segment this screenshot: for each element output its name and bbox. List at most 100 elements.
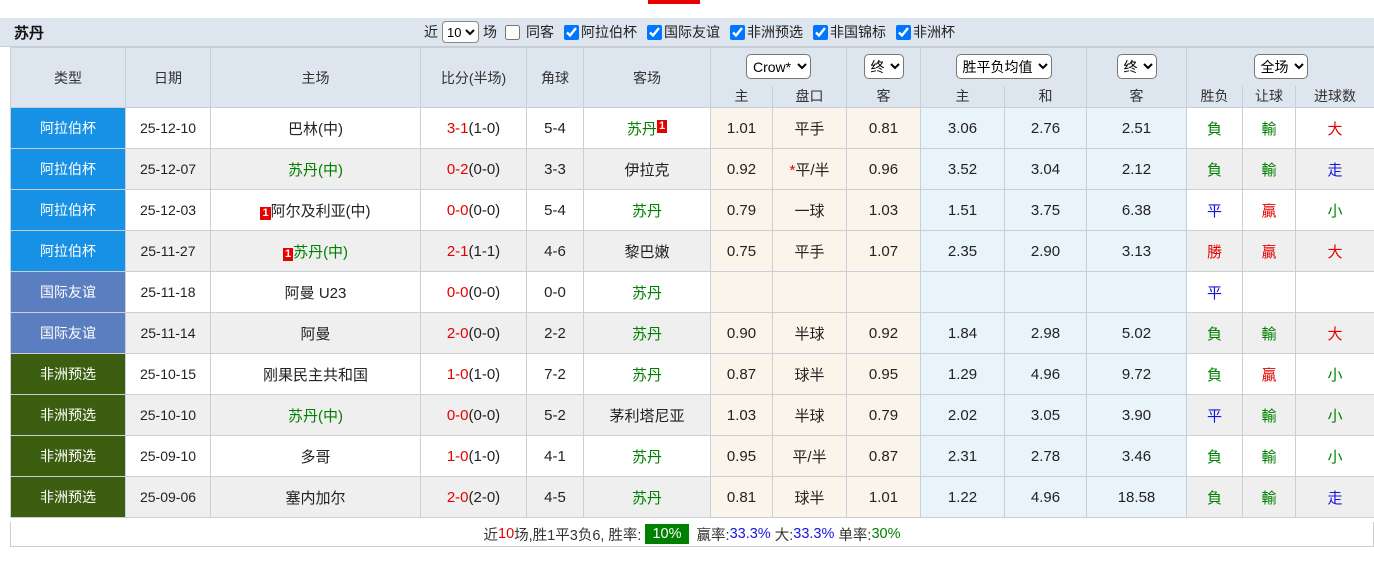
full-time-score: 2-0 xyxy=(446,324,469,342)
mean-time-select[interactable]: 终 xyxy=(1116,54,1157,80)
handicap-line-cell: 平手 xyxy=(772,230,847,272)
handicap-line-cell: 一球 xyxy=(772,189,847,231)
score-cell: 0-0(0-0) xyxy=(420,394,527,436)
handicap-away-odds-cell: 1.03 xyxy=(846,189,921,231)
mean-home-odds-cell: 2.31 xyxy=(920,435,1005,477)
handicap-result-cell: 輸 xyxy=(1242,312,1296,354)
handicap-result-cell: 贏 xyxy=(1242,230,1296,272)
home-team-name: 多哥 xyxy=(300,448,331,466)
league-filter-checkbox[interactable] xyxy=(564,24,579,40)
mean-home-odds-cell: 2.02 xyxy=(920,394,1005,436)
win-pct-value: 33.3% xyxy=(729,526,771,542)
match-type-cell: 阿拉伯杯 xyxy=(10,107,126,149)
mean-draw-odds-cell: 3.04 xyxy=(1004,148,1087,190)
league-filter-checkbox[interactable] xyxy=(730,24,745,40)
league-filter-label: 非国锦标 xyxy=(830,24,886,40)
corner-cell: 2-2 xyxy=(526,312,584,354)
corner-cell: 7-2 xyxy=(526,353,584,395)
away-team-cell: 苏丹 xyxy=(583,189,711,231)
col-header-type: 类型 xyxy=(10,47,126,108)
subcol-odds-away: 客 xyxy=(846,85,921,108)
handicap-line-text: 半球 xyxy=(794,407,825,425)
home-team-cell: 多哥 xyxy=(210,435,421,477)
score-cell: 0-0(0-0) xyxy=(420,271,527,313)
odds-time-cell: 终 xyxy=(846,47,921,86)
league-filter-label: 非洲预选 xyxy=(747,24,803,40)
league-filter-checkbox[interactable] xyxy=(647,24,662,40)
win-pct-label: 赢率: xyxy=(692,527,730,544)
handicap-line-cell xyxy=(772,271,847,313)
away-team-name: 苏丹 xyxy=(631,489,662,507)
same-away-checkbox[interactable] xyxy=(505,24,520,40)
handicap-result-cell: 輸 xyxy=(1242,148,1296,190)
match-type-cell: 非洲预选 xyxy=(10,353,126,395)
table-row: 阿拉伯杯 25-12-07 苏丹(中) 0-2(0-0) 3-3 伊拉克 0.92 *平/半 0… xyxy=(10,148,1374,190)
mean-source-select[interactable]: 胜平负均值 xyxy=(955,54,1052,80)
away-team-name: 苏丹 xyxy=(631,366,662,384)
handicap-away-odds-cell: 0.96 xyxy=(846,148,921,190)
home-team-cell: 巴林(中) xyxy=(210,107,421,149)
score-cell: 2-0(2-0) xyxy=(420,476,527,518)
corner-cell: 4-6 xyxy=(526,230,584,272)
league-filter-checkbox[interactable] xyxy=(896,24,911,40)
full-time-score: 2-0 xyxy=(446,488,469,506)
mean-draw-odds-cell: 4.96 xyxy=(1004,476,1087,518)
half-time-score: (0-0) xyxy=(468,406,501,424)
games-label: 场 xyxy=(483,24,497,40)
summary-record: 场,胜1平3负6, 胜率: xyxy=(514,527,642,544)
recent-label: 近 xyxy=(424,24,438,40)
handicap-line-cell: *平/半 xyxy=(772,148,847,190)
score-cell: 0-0(0-0) xyxy=(420,189,527,231)
away-team-name: 苏丹 xyxy=(631,202,662,220)
home-team-name: 巴林(中) xyxy=(288,120,343,138)
mean-away-odds-cell xyxy=(1086,271,1187,313)
match-type-cell: 国际友谊 xyxy=(10,312,126,354)
subcol-wdl: 胜负 xyxy=(1186,85,1243,108)
goals-result-cell: 走 xyxy=(1294,476,1374,518)
subcol-handicap-result: 让球 xyxy=(1242,85,1296,108)
col-header-date: 日期 xyxy=(125,47,211,108)
mean-away-odds-cell: 18.58 xyxy=(1086,476,1187,518)
handicap-away-odds-cell xyxy=(846,271,921,313)
away-team-cell: 苏丹 xyxy=(583,312,711,354)
odds-source-cell: Crow* xyxy=(710,47,847,86)
table-header: 类型 日期 主场 比分(半场) 角球 客场 Crow* 终 胜平负均值 终 全场… xyxy=(10,47,1374,108)
table-row: 阿拉伯杯 25-12-10 巴林(中) 3-1(1-0) 5-4 苏丹 1 1.01 平手 0.8… xyxy=(10,107,1374,149)
col-header-corner: 角球 xyxy=(526,47,584,108)
handicap-home-odds-cell: 0.79 xyxy=(710,189,773,231)
handicap-line-text: 平手 xyxy=(794,120,825,138)
mean-draw-odds-cell: 3.05 xyxy=(1004,394,1087,436)
corner-cell: 3-3 xyxy=(526,148,584,190)
match-stats-page: 苏丹 近 10 场 同客 阿拉伯杯 国际友谊 非洲预选 非国锦标 非洲杯 类型 日期 主… xyxy=(0,0,1374,561)
full-time-score: 2-1 xyxy=(446,242,469,260)
handicap-result-cell: 贏 xyxy=(1242,189,1296,231)
match-date-cell: 25-11-27 xyxy=(125,230,211,272)
league-filter-label: 非洲杯 xyxy=(913,24,955,40)
mean-draw-odds-cell: 2.98 xyxy=(1004,312,1087,354)
titlebar: 苏丹 近 10 场 同客 阿拉伯杯 国际友谊 非洲预选 非国锦标 非洲杯 xyxy=(0,18,1374,47)
recent-count-select[interactable]: 10 xyxy=(442,21,479,43)
table-row: 非洲预选 25-09-06 塞内加尔 2-0(2-0) 4-5 苏丹 0.81 球半 1.01 1… xyxy=(10,476,1374,518)
away-team-cell: 苏丹 xyxy=(583,271,711,313)
away-team-cell: 苏丹 xyxy=(583,353,711,395)
same-away-label: 同客 xyxy=(526,24,554,40)
handicap-result-cell xyxy=(1242,271,1296,313)
home-team-name: 阿曼 xyxy=(300,325,331,343)
handicap-line-cell: 平手 xyxy=(772,107,847,149)
home-team-cell: 阿曼 U23 xyxy=(210,271,421,313)
home-team-cell: 苏丹(中) xyxy=(210,394,421,436)
league-filter-checkbox[interactable] xyxy=(813,24,828,40)
odds-source-select[interactable]: Crow* xyxy=(746,54,811,80)
odds-time-select[interactable]: 终 xyxy=(863,54,904,80)
handicap-line-text: 平手 xyxy=(794,243,825,261)
big-pct-label: 大: xyxy=(770,527,794,544)
mean-draw-odds-cell xyxy=(1004,271,1087,313)
away-team-cell: 苏丹 xyxy=(583,435,711,477)
home-team-name: 苏丹(中) xyxy=(288,161,343,179)
goals-result-cell: 小 xyxy=(1294,435,1374,477)
half-time-score: (0-0) xyxy=(468,201,501,219)
red-card-badge: 1 xyxy=(656,119,668,133)
corner-cell: 5-2 xyxy=(526,394,584,436)
away-team-name: 苏丹 xyxy=(626,120,657,138)
scope-select[interactable]: 全场 xyxy=(1253,54,1308,80)
